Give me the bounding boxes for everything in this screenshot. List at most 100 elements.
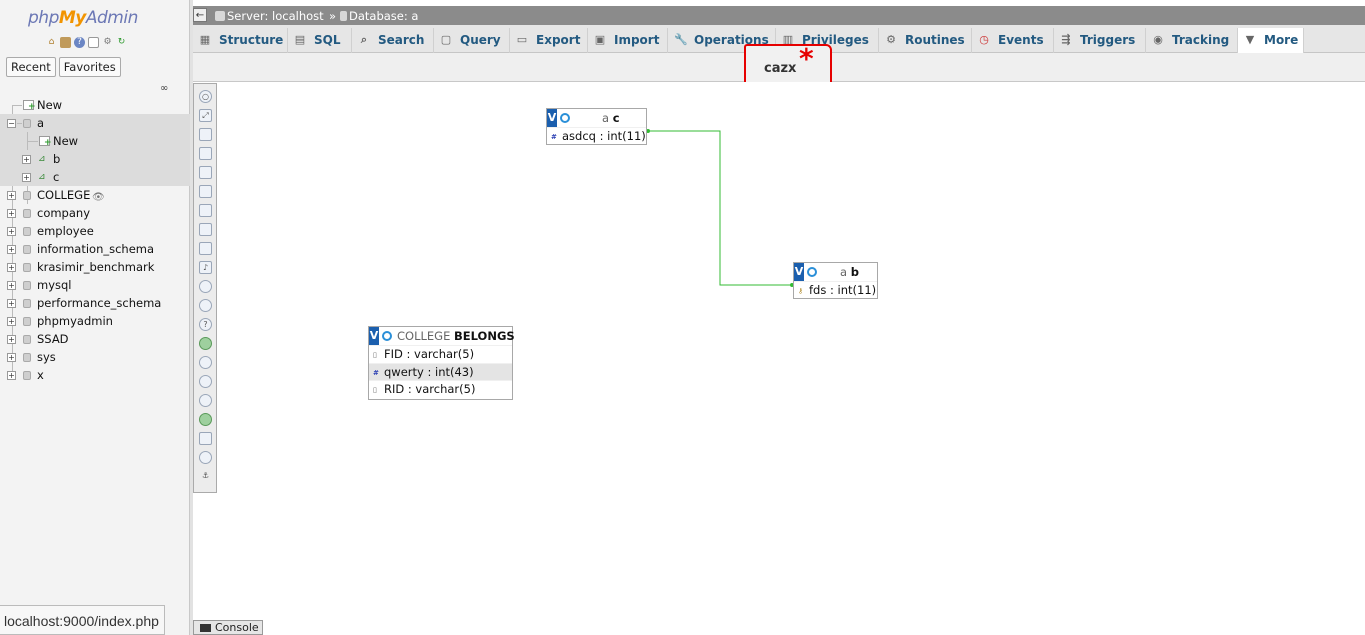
expand-icon[interactable]: +	[7, 317, 16, 326]
create-relation-icon[interactable]: ♪	[199, 261, 212, 274]
expand-icon[interactable]: +	[22, 173, 31, 182]
designer-table-a-c[interactable]: V a c # asdcq : int(11)	[546, 108, 647, 145]
column-row[interactable]: ▯ RID : varchar(5)	[369, 380, 512, 398]
tree-item-ssad[interactable]: + SSAD	[0, 330, 190, 348]
save-as-icon[interactable]	[199, 204, 212, 217]
tab-export[interactable]: ▭ Export	[510, 28, 588, 53]
toggle-columns-button[interactable]: V	[547, 109, 557, 127]
tab-query[interactable]: ▢ Query	[434, 28, 510, 53]
export-icon: ▭	[516, 33, 528, 46]
expand-icon[interactable]: +	[7, 353, 16, 362]
toggle-columns-button[interactable]: V	[369, 327, 379, 345]
tree-item-college[interactable]: + COLLEGE 👁	[0, 186, 190, 204]
collapse-nav-button[interactable]: ←	[193, 8, 207, 22]
tree-item-krasimir-benchmark[interactable]: + krasimir_benchmark	[0, 258, 190, 276]
toggle-columns-button[interactable]: V	[794, 263, 804, 281]
help-icon[interactable]: ?	[74, 37, 85, 48]
expand-icon[interactable]: +	[7, 299, 16, 308]
expand-icon[interactable]: +	[22, 155, 31, 164]
recent-button[interactable]: Recent	[6, 57, 56, 77]
tree-item-table-c[interactable]: + ⊿ c	[0, 168, 190, 186]
help-icon[interactable]: ?	[199, 318, 212, 331]
gear-icon[interactable]	[807, 267, 817, 277]
export-schema-icon[interactable]	[199, 432, 212, 445]
tree-item-sys[interactable]: + sys	[0, 348, 190, 366]
tree-item-phpmyadmin[interactable]: + phpmyadmin	[0, 312, 190, 330]
breadcrumb-database[interactable]: Database: a	[340, 9, 418, 23]
expand-icon[interactable]: +	[7, 371, 16, 380]
tree-item-table-b[interactable]: + ⊿ b	[0, 150, 190, 168]
tree-item-company[interactable]: + company	[0, 204, 190, 222]
choose-column-icon[interactable]	[199, 280, 212, 293]
snap-to-grid-icon[interactable]	[199, 356, 212, 369]
tab-sql[interactable]: ▤ SQL	[288, 28, 352, 53]
tab-import[interactable]: ▣ Import	[588, 28, 668, 53]
fullscreen-icon[interactable]: ⤢	[199, 109, 212, 122]
expand-icon[interactable]: +	[7, 191, 16, 200]
tree-item-information-schema[interactable]: + information_schema	[0, 240, 190, 258]
expand-icon[interactable]: +	[7, 245, 16, 254]
toggle-relation-lines-icon[interactable]	[199, 413, 212, 426]
column-row[interactable]: # asdcq : int(11)	[547, 127, 646, 145]
query-icon: ▢	[440, 33, 452, 46]
save-icon[interactable]	[199, 185, 212, 198]
tree-item-performance-schema[interactable]: + performance_schema	[0, 294, 190, 312]
column-row[interactable]: ▯ FID : varchar(5)	[369, 345, 512, 363]
tab-routines[interactable]: ⚙ Routines	[879, 28, 972, 53]
tab-triggers[interactable]: ⇶ Triggers	[1054, 28, 1146, 53]
show-hide-menu-icon[interactable]: ○	[199, 90, 212, 103]
tree-item-mysql[interactable]: + mysql	[0, 276, 190, 294]
table-header[interactable]: V a b	[794, 263, 877, 281]
toggle-small-big-icon[interactable]	[199, 394, 212, 407]
delete-page-icon[interactable]	[199, 223, 212, 236]
reload-icon[interactable]	[199, 299, 212, 312]
expand-icon[interactable]: +	[7, 209, 16, 218]
home-icon[interactable]: ⌂	[46, 37, 57, 48]
tab-search[interactable]: ⌕ Search	[352, 28, 434, 53]
text-column-icon: ▯	[373, 386, 377, 394]
tab-tracking[interactable]: ◉ Tracking	[1146, 28, 1238, 53]
reload-icon[interactable]: ↻	[116, 37, 127, 48]
console-toggle[interactable]: Console	[193, 620, 263, 635]
expand-icon[interactable]: +	[7, 281, 16, 290]
tab-more[interactable]: ▼ More	[1238, 28, 1304, 53]
favorites-button[interactable]: Favorites	[58, 57, 121, 77]
column-row[interactable]: # qwerty : int(43)	[369, 362, 512, 380]
create-table-icon[interactable]	[199, 242, 212, 255]
table-header[interactable]: V COLLEGE BELONGS	[369, 327, 515, 345]
new-page-icon[interactable]	[199, 128, 212, 141]
expand-icon[interactable]: +	[7, 335, 16, 344]
database-icon	[23, 353, 31, 362]
exit-icon[interactable]	[60, 37, 71, 48]
expand-icon[interactable]: +	[7, 227, 16, 236]
column-row[interactable]: ⚷ fds : int(11)	[794, 281, 877, 299]
docs-icon[interactable]	[88, 37, 99, 48]
open-page-icon[interactable]	[199, 147, 212, 160]
angular-links-icon[interactable]	[199, 337, 212, 350]
expand-icon[interactable]: +	[7, 263, 16, 272]
collapse-icon[interactable]: −	[7, 119, 16, 128]
tab-structure[interactable]: ▦ Structure	[193, 28, 288, 53]
database-icon	[23, 371, 31, 380]
designer-table-a-b[interactable]: V a b ⚷ fds : int(11)	[793, 262, 878, 299]
tree-item-employee[interactable]: + employee	[0, 222, 190, 240]
status-bar-url: localhost:9000/index.php	[0, 605, 165, 635]
phpmyadmin-logo[interactable]: phpMyAdmin	[28, 8, 138, 28]
settings-icon[interactable]: ⚙	[102, 37, 113, 48]
move-menu-icon[interactable]	[199, 451, 212, 464]
tree-item-new[interactable]: New	[0, 96, 190, 116]
pin-text-icon[interactable]: ⚓	[199, 470, 212, 483]
link-icon[interactable]: ∞	[160, 83, 172, 94]
table-header[interactable]: V a c	[547, 109, 646, 127]
database-icon	[23, 209, 31, 218]
gear-icon[interactable]	[560, 113, 570, 123]
tree-item-a[interactable]: − a	[0, 114, 190, 132]
tree-item-a-new[interactable]: New	[0, 132, 190, 204]
edit-page-icon[interactable]	[199, 166, 212, 179]
expand-all-icon[interactable]	[199, 375, 212, 388]
tab-events[interactable]: ◷ Events	[972, 28, 1054, 53]
designer-table-college-belongs[interactable]: V COLLEGE BELONGS ▯ FID : varchar(5) # q…	[368, 326, 515, 400]
gear-icon[interactable]	[382, 331, 392, 341]
tree-item-x[interactable]: + x	[0, 366, 190, 384]
breadcrumb-server[interactable]: Server: localhost	[215, 9, 324, 23]
